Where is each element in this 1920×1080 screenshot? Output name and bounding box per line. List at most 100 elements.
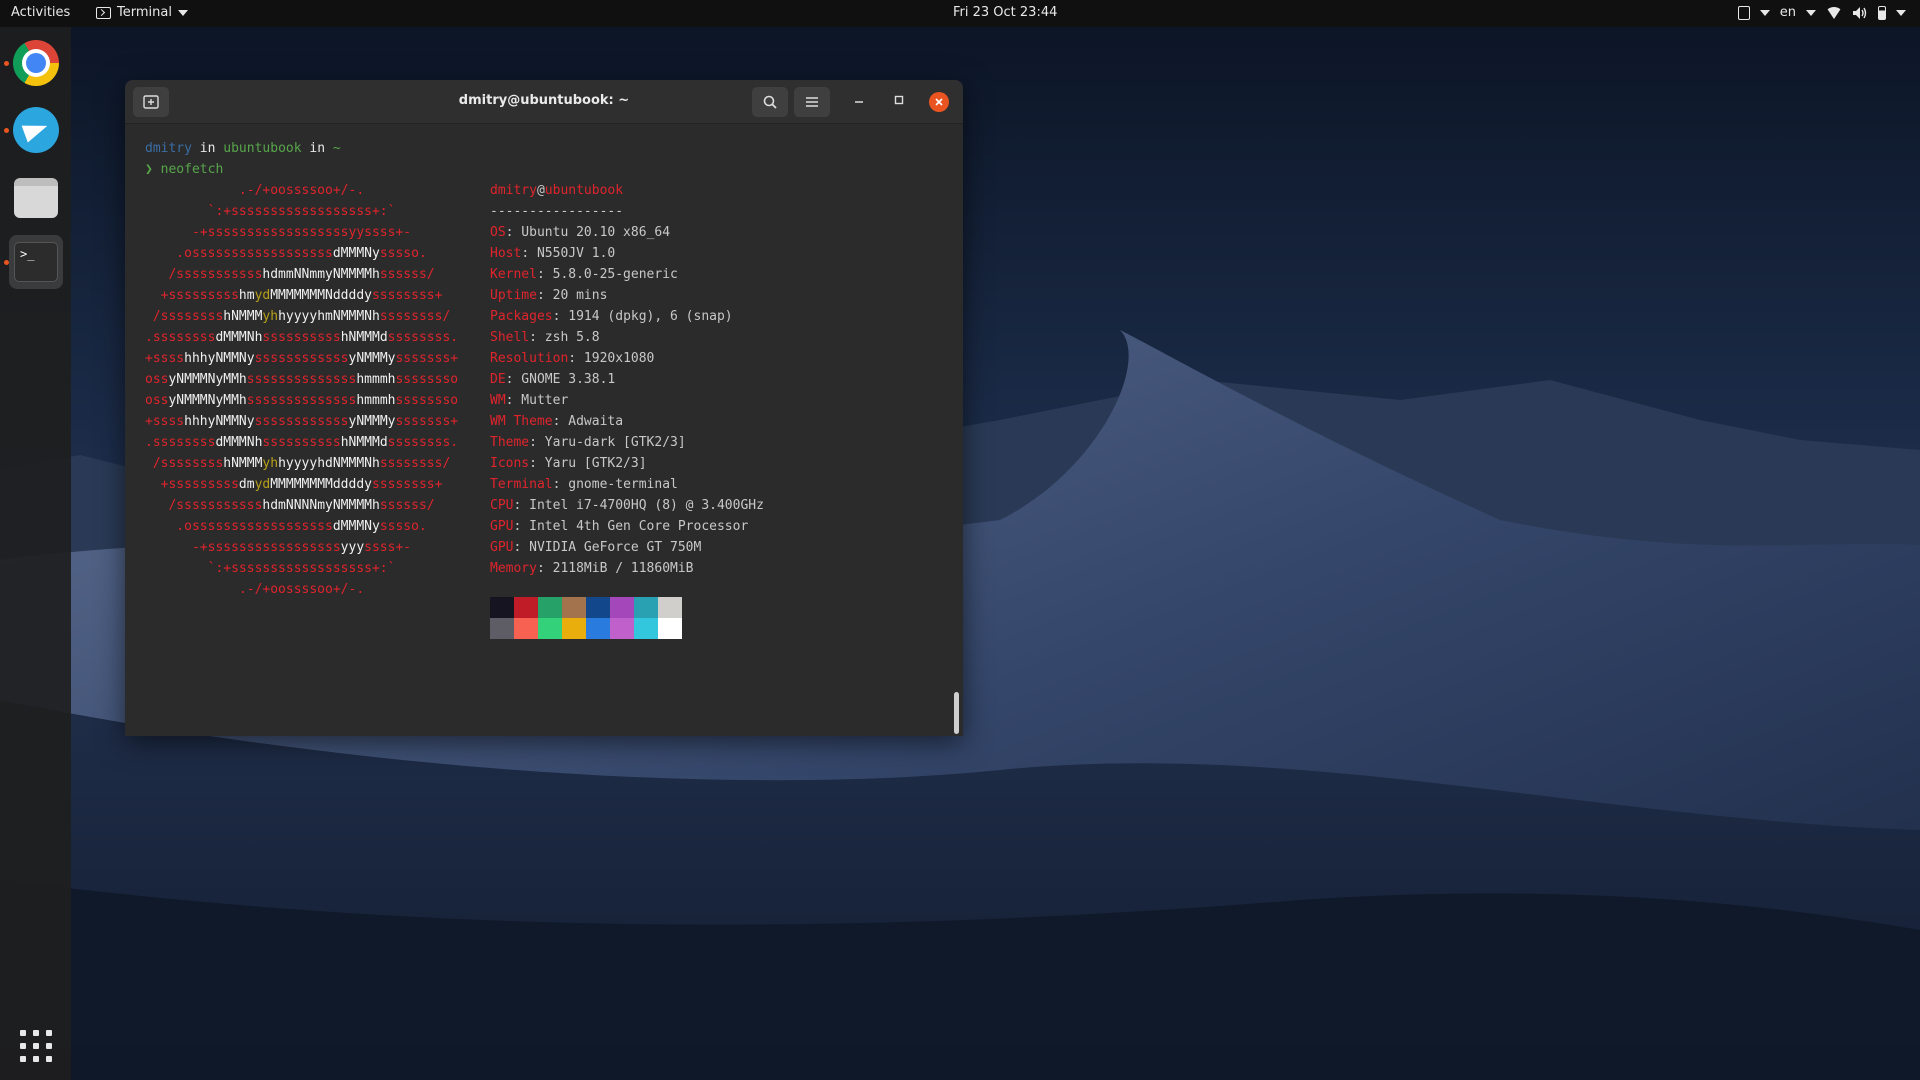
user-host-line: dmitry@ubuntubook: [490, 180, 623, 201]
app-menu[interactable]: Terminal: [96, 5, 188, 20]
ascii-segment: oss: [145, 393, 169, 408]
ascii-line: /ssssssssssshdmmNNmmyNMMMMhssssss/: [145, 264, 435, 285]
running-indicator: [4, 260, 9, 265]
info-separator: -----------------: [490, 204, 624, 219]
ascii-segment: yNMMMNyMMh: [168, 393, 247, 408]
ascii-line: +sssshhhyNMMNyssssssssssssyNMMMysssssss+: [145, 411, 458, 432]
window-header[interactable]: dmitry@ubuntubook: ~: [125, 80, 963, 124]
volume-icon[interactable]: [1852, 6, 1868, 20]
ascii-segment: `:+ssssssssssssssssss+:`: [145, 204, 396, 219]
color-swatch: [490, 597, 514, 618]
ascii-segment: ssssssss+: [371, 477, 443, 492]
color-swatch: [634, 618, 658, 639]
ascii-line: -+sssssssssssssssssyyyssss+-: [145, 537, 411, 558]
info-key: GPU: [490, 540, 514, 555]
info-row: WM: Mutter: [490, 390, 568, 411]
ascii-segment: hmmmh: [356, 393, 396, 408]
info-at: @: [536, 183, 545, 198]
ascii-segment: hyyyyhdNMMMNh: [278, 456, 380, 471]
command-line: ❯ neofetch: [145, 159, 223, 180]
clock[interactable]: Fri 23 Oct 23:44: [953, 5, 1057, 20]
menu-button[interactable]: [794, 87, 830, 117]
keyboard-layout[interactable]: en: [1780, 5, 1796, 20]
ascii-segment: ssssssssss: [262, 435, 341, 450]
info-row: WM Theme: Adwaita: [490, 411, 623, 432]
prompt-host: ubuntubook: [223, 141, 302, 156]
info-key: Host: [490, 246, 522, 261]
ascii-segment: ssssssss+: [371, 288, 443, 303]
files-icon: [14, 178, 58, 218]
scrollbar[interactable]: [954, 692, 959, 734]
info-key: WM Theme: [490, 414, 553, 429]
info-row: Terminal: gnome-terminal: [490, 474, 678, 495]
ascii-line: `:+ssssssssssssssssss+:`: [145, 201, 396, 222]
color-swatch: [658, 597, 682, 618]
ascii-segment: hhhyNMMNy: [184, 414, 255, 429]
ascii-segment: hhhyNMMNy: [184, 351, 255, 366]
ascii-segment: ssssss/: [379, 267, 435, 282]
prompt-arrow: ❯: [145, 162, 161, 177]
info-value: : Yaru [GTK2/3]: [529, 456, 647, 471]
apps-grid-icon[interactable]: [20, 1030, 52, 1062]
ascii-segment: /ssssssss: [145, 456, 224, 471]
ascii-segment: yd: [254, 477, 271, 492]
dock: >_: [0, 27, 71, 1080]
ascii-line: -+ssssssssssssssssssyyssss+-: [145, 222, 411, 243]
system-tray[interactable]: en: [1737, 5, 1906, 20]
ascii-segment: sssso.: [379, 519, 427, 534]
dock-item-chrome[interactable]: [9, 36, 63, 90]
ascii-segment: /ssssssss: [145, 309, 224, 324]
color-swatch: [538, 618, 562, 639]
battery-icon[interactable]: [1878, 5, 1886, 20]
terminal-output[interactable]: dmitry in ubuntubook in ~ ❯ neofetch .-/…: [125, 124, 963, 736]
ascii-line: ossyNMMMNyMMhsssssssssssssshmmmhssssssso: [145, 369, 458, 390]
maximize-button[interactable]: [889, 92, 909, 112]
ascii-segment: yyy: [340, 540, 365, 555]
app-menu-label: Terminal: [117, 5, 172, 20]
ascii-segment: .ossssssssssssssssss: [145, 246, 333, 261]
wifi-icon[interactable]: [1826, 6, 1842, 19]
chevron-down-icon: [1806, 9, 1816, 16]
info-row: Host: N550JV 1.0: [490, 243, 615, 264]
info-row: CPU: Intel i7-4700HQ (8) @ 3.400GHz: [490, 495, 764, 516]
prompt-user: dmitry: [145, 141, 192, 156]
info-key: GPU: [490, 519, 514, 534]
ascii-segment: -+sssssssssssssssss: [145, 540, 341, 555]
hamburger-icon: [806, 97, 818, 107]
dock-item-terminal[interactable]: >_: [9, 235, 63, 289]
ascii-segment: ssssssss.: [387, 435, 459, 450]
ascii-line: /sssssssshNMMMyhhyyyyhdNMMMNhssssssss/: [145, 453, 450, 474]
minimize-icon: [855, 101, 863, 103]
clipboard-icon[interactable]: [1737, 5, 1750, 20]
ascii-segment: ssssss/: [379, 498, 435, 513]
ascii-segment: .-/+oossssoo+/-.: [145, 183, 365, 198]
info-key: WM: [490, 393, 506, 408]
ascii-segment: .ssssssss: [145, 435, 216, 450]
search-button[interactable]: [752, 87, 788, 117]
minimize-button[interactable]: [849, 92, 869, 112]
ascii-segment: dMMMNy: [332, 246, 380, 261]
ascii-segment: ssssssssssssss: [246, 372, 357, 387]
search-icon: [763, 95, 777, 109]
color-palette: [490, 597, 682, 639]
ascii-line: .ossssssssssssssssssdMMMNysssso.: [145, 516, 427, 537]
info-key: DE: [490, 372, 506, 387]
ascii-line: +ssssssssshmydMMMMMMMNddddyssssssss+: [145, 285, 443, 306]
dock-item-files[interactable]: [9, 171, 63, 225]
info-value: : zsh 5.8: [529, 330, 600, 345]
color-swatch: [514, 618, 538, 639]
ascii-segment: ssssssssss: [262, 330, 341, 345]
ascii-segment: hm: [238, 288, 255, 303]
info-value: : N550JV 1.0: [521, 246, 616, 261]
info-value: : Intel i7-4700HQ (8) @ 3.400GHz: [513, 498, 764, 513]
ascii-line: /sssssssshNMMMyhhyyyyhmNMMMNhssssssss/: [145, 306, 450, 327]
ascii-segment: `:+ssssssssssssssssss+:`: [145, 561, 396, 576]
terminal-window[interactable]: dmitry@ubuntubook: ~ dmitry in ubuntuboo…: [125, 80, 963, 736]
ascii-segment: ssssssso: [395, 372, 459, 387]
activities-button[interactable]: Activities: [11, 5, 70, 20]
telegram-icon: [13, 107, 59, 153]
info-row: DE: GNOME 3.38.1: [490, 369, 615, 390]
dock-item-telegram[interactable]: [9, 103, 63, 157]
ascii-segment: sssssss+: [395, 414, 459, 429]
close-button[interactable]: [929, 92, 949, 112]
